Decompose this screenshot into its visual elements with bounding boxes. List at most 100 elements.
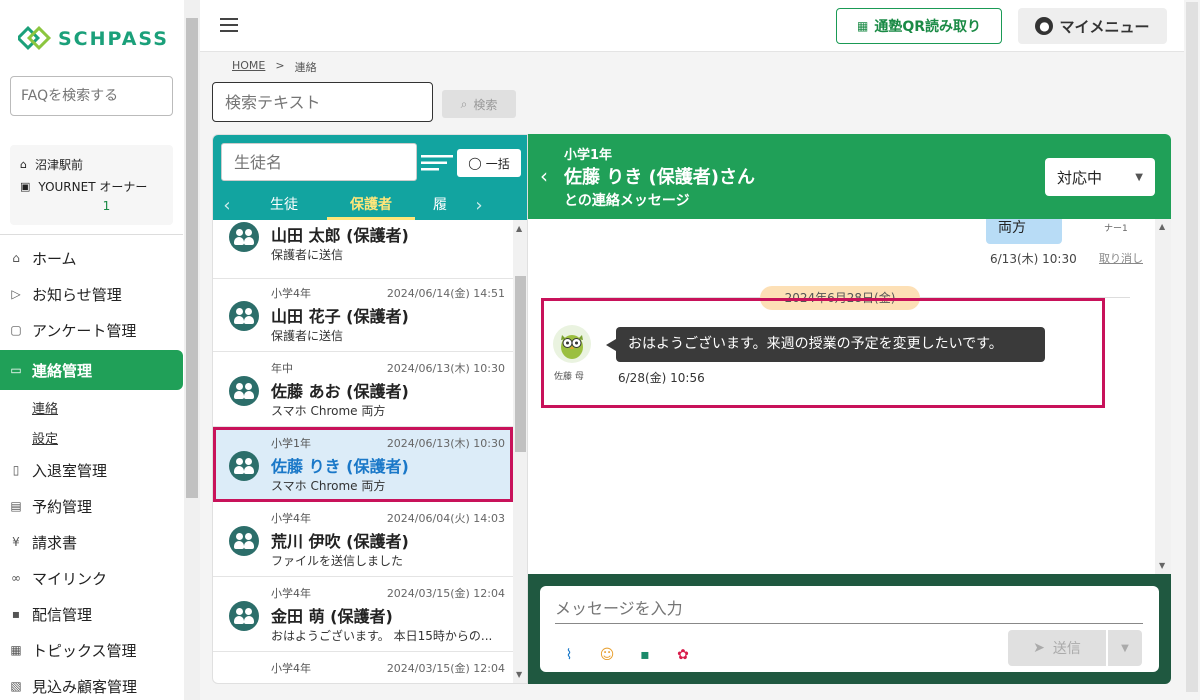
nav-label: 予約管理 (32, 497, 93, 516)
bulk-button[interactable]: ◯ 一括 (457, 149, 521, 177)
scroll-up-icon[interactable]: ▲ (1159, 222, 1165, 231)
filter-icon[interactable] (421, 153, 453, 173)
date: 2024/06/04(火) 14:03 (386, 512, 505, 525)
scroll-down-icon[interactable]: ▼ (516, 670, 522, 679)
guardian-name: 山田 太郎 (保護者) (271, 226, 409, 245)
emoji-icon[interactable]: ☺ (598, 646, 616, 664)
bulk-label: 一括 (485, 156, 510, 171)
sidebar-scrollbar-thumb[interactable] (186, 18, 198, 498)
nav-label: トピックス管理 (32, 641, 137, 660)
received-message-time: 6/28(金) 10:56 (618, 371, 705, 385)
send-options-chevron-icon[interactable]: ▼ (1108, 630, 1142, 666)
page-scrollbar-thumb[interactable] (1186, 2, 1198, 692)
list-header: ◯ 一括 ‹ 生徒 保護者 履 › (213, 135, 527, 220)
logo[interactable]: SCHPASS (18, 26, 169, 52)
send-icon: ➤ (1033, 640, 1045, 656)
sidebar-nav: ⌂ ホーム ▷ お知らせ管理 ▢ アンケート管理 ▭ 連絡管理 連絡 設定 ▯ 入退室管理… (0, 240, 183, 700)
nav-label: お知らせ管理 (32, 285, 122, 304)
guardian-last-message: おはようございます。 本日15時からの... (271, 629, 493, 643)
qr-icon: ▦ (856, 19, 869, 33)
owl-avatar-icon (561, 335, 583, 359)
tab-history[interactable]: 履 (415, 191, 465, 220)
status-select[interactable]: 対応中 ▼ (1045, 158, 1155, 196)
guardian-list: 山田 太郎 (保護者) 保護者に送信 小学4年 2024/06/14(金) 14… (213, 220, 513, 683)
delivery-icon: ▪ (11, 607, 21, 621)
list-item[interactable]: 小学4年 2024/03/15(金) 12:04 金田 萌 (保護者) おはよう… (213, 577, 513, 652)
compose-area: ⌇ ☺ ▪ ✿ ➤ 送信 ▼ (528, 574, 1171, 684)
list-scrollbar-thumb[interactable] (515, 276, 526, 452)
nav-label: 見込み顧客管理 (32, 677, 138, 696)
back-icon[interactable]: ‹ (540, 164, 548, 188)
qr-scan-button[interactable]: ▦ 通塾QR読み取り (836, 8, 1002, 44)
stamp-icon[interactable]: ✿ (674, 646, 692, 664)
guardian-avatar-icon (229, 601, 259, 631)
nav-mylink[interactable]: ∞ マイリンク (0, 560, 183, 596)
tab-guardians[interactable]: 保護者 (327, 191, 415, 220)
grade: 小学4年 (271, 287, 311, 300)
chat-icon: ▭ (10, 363, 22, 377)
hamburger-menu-icon[interactable] (220, 18, 238, 32)
nav-label: 配信管理 (32, 605, 93, 624)
breadcrumb-home[interactable]: HOME (232, 59, 265, 75)
list-item[interactable]: 小学4年 2024/06/14(金) 14:51 山田 花子 (保護者) 保護者… (213, 277, 513, 352)
search-button[interactable]: ⌕ 検索 (442, 90, 516, 118)
play-icon: ▷ (11, 287, 21, 301)
topics-icon: ▦ (10, 643, 22, 657)
nav-invoice[interactable]: ¥ 請求書 (0, 524, 183, 560)
nav-delivery[interactable]: ▪ 配信管理 (0, 596, 183, 632)
guardian-name: 佐藤 りき (保護者) (271, 457, 409, 476)
tab-prev-icon[interactable]: ‹ (213, 195, 241, 216)
owner-number: 1 (102, 199, 111, 213)
status-value: 対応中 (1057, 168, 1103, 187)
nav-prospect[interactable]: ▧ 見込み顧客管理 (0, 668, 183, 700)
list-item[interactable]: 小学4年 2024/03/15(金) 12:04 (213, 652, 513, 683)
template-icon[interactable]: ▪ (636, 646, 654, 664)
list-scrollbar[interactable]: ▲ ▼ (513, 220, 527, 683)
undo-link[interactable]: 取り消し (1099, 250, 1143, 266)
chat-recipient-name: 佐藤 りき (保護者)さん (564, 167, 755, 188)
search-button-label: 検索 (473, 97, 498, 112)
nav-reservation[interactable]: ▤ 予約管理 (0, 488, 183, 524)
nav-home[interactable]: ⌂ ホーム (0, 240, 183, 276)
date: 2024/06/13(木) 10:30 (386, 437, 505, 450)
send-label: 送信 (1052, 641, 1081, 657)
grade: 小学4年 (271, 587, 311, 600)
subnav-settings[interactable]: 設定 (0, 422, 183, 452)
school-info: ⌂ 沼津駅前 ▣ YOURNET オーナー 1 (10, 145, 173, 225)
tab-next-icon[interactable]: › (465, 195, 493, 216)
list-item[interactable]: 小学4年 2024/06/04(火) 14:03 荒川 伊吹 (保護者) ファイ… (213, 502, 513, 577)
nav-label: 連絡管理 (32, 361, 93, 380)
scroll-up-icon[interactable]: ▲ (516, 224, 522, 233)
my-menu-button[interactable]: ● マイメニュー (1018, 8, 1167, 44)
read-status: ナー1 (1104, 224, 1128, 234)
guardian-last-message: スマホ Chrome 両方 (271, 479, 386, 493)
scroll-down-icon[interactable]: ▼ (1159, 561, 1165, 570)
guardian-avatar-icon (229, 526, 259, 556)
list-item-selected[interactable]: 小学1年 2024/06/13(木) 10:30 佐藤 りき (保護者) スマホ… (213, 427, 513, 502)
guardian-last-message: 保護者に送信 (271, 329, 344, 343)
nav-notice[interactable]: ▷ お知らせ管理 (0, 276, 183, 312)
list-item[interactable]: 年中 2024/06/13(木) 10:30 佐藤 あお (保護者) スマホ C… (213, 352, 513, 427)
link-icon: ∞ (11, 571, 21, 585)
message-input[interactable] (555, 594, 1143, 624)
guardian-name: 金田 萌 (保護者) (271, 607, 393, 626)
school-name: 沼津駅前 (34, 157, 83, 172)
subnav-contact[interactable]: 連絡 (0, 392, 183, 422)
tab-students[interactable]: 生徒 (241, 191, 327, 220)
nav-survey[interactable]: ▢ アンケート管理 (0, 312, 183, 348)
send-button[interactable]: ➤ 送信 (1008, 630, 1106, 666)
faq-search-input[interactable] (10, 76, 173, 116)
list-item[interactable]: 山田 太郎 (保護者) 保護者に送信 (213, 220, 513, 279)
nav-contact[interactable]: ▭ 連絡管理 (0, 350, 183, 390)
student-name-input[interactable] (221, 143, 417, 181)
guardian-last-message: スマホ Chrome 両方 (271, 404, 386, 418)
chat-scrollbar[interactable]: ▲ ▼ (1155, 219, 1171, 574)
nav-topics[interactable]: ▦ トピックス管理 (0, 632, 183, 668)
attach-icon[interactable]: ⌇ (560, 646, 578, 664)
sidebar: SCHPASS ⌂ 沼津駅前 ▣ YOURNET オーナー 1 ⌂ ホーム ▷ お知… (0, 0, 200, 700)
nav-entry[interactable]: ▯ 入退室管理 (0, 452, 183, 488)
date: 2024/03/15(金) 12:04 (386, 662, 505, 675)
sender-avatar-icon (553, 325, 591, 363)
search-input[interactable] (212, 82, 433, 122)
compose-toolbar: ⌇ ☺ ▪ ✿ (560, 646, 692, 664)
